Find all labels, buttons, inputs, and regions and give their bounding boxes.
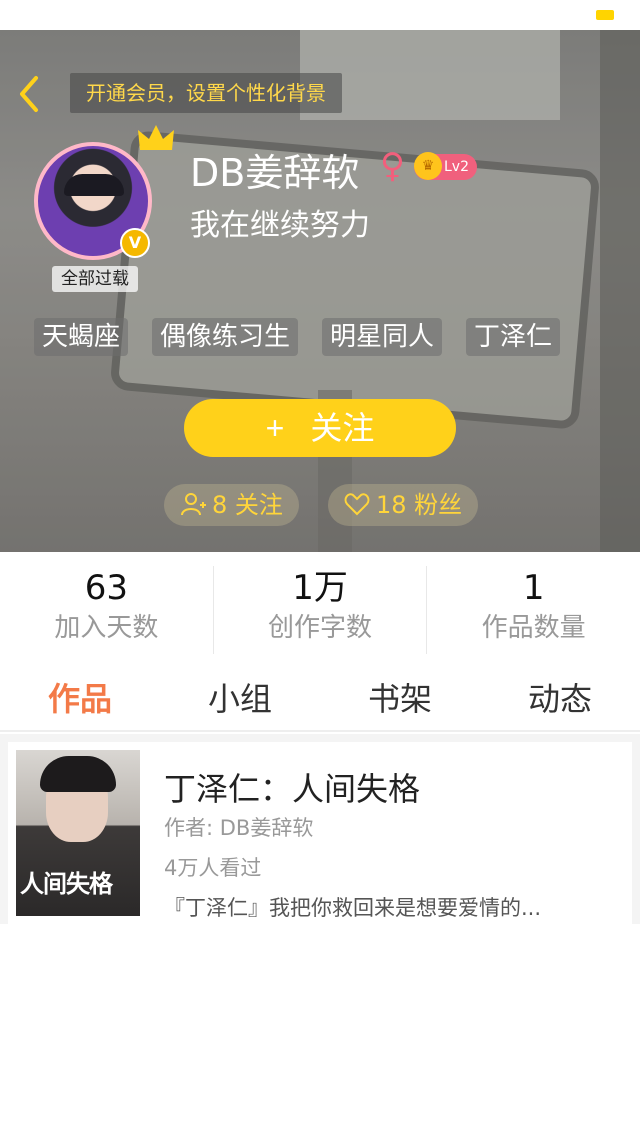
status-bar [0, 0, 640, 30]
stat-label: 创作字数 [268, 613, 373, 643]
stat-label: 作品数量 [481, 613, 586, 643]
stat-value: 63 [84, 568, 128, 608]
profile-signature: 我在继续努力 [190, 208, 370, 243]
stat-join-days: 63 加入天数 [0, 566, 214, 654]
female-icon: ♀ [380, 146, 405, 186]
stat-word-count: 1万 创作字数 [214, 566, 428, 654]
tab-activity[interactable]: 动态 [480, 672, 640, 730]
reprint-label: 全部过载 [52, 266, 138, 292]
work-author: 作者: DB姜辞软 [164, 816, 314, 840]
fans-count: 18 粉丝 [376, 491, 463, 519]
tag[interactable]: 丁泽仁 [466, 318, 561, 356]
user-plus-icon [181, 493, 206, 516]
membership-promo-banner[interactable]: 开通会员，设置个性化背景 [70, 73, 342, 113]
work-views: 4万人看过 [164, 856, 262, 880]
stat-value: 1万 [292, 568, 348, 608]
crown-icon [138, 125, 174, 150]
profile-tabs: 作品 小组 书架 动态 [0, 672, 640, 732]
stat-value: 1 [522, 568, 545, 608]
stat-works-count: 1 作品数量 [427, 566, 640, 654]
tab-works[interactable]: 作品 [0, 672, 160, 730]
list-item[interactable]: 人间失格 丁泽仁：人间失格 作者: DB姜辞软 4万人看过 『丁泽仁』我把你救回… [8, 742, 632, 924]
tag[interactable]: 偶像练习生 [152, 318, 299, 356]
stat-label: 加入天数 [54, 613, 159, 643]
follow-button[interactable]: + 关注 [184, 399, 456, 457]
book-cover: 人间失格 [16, 750, 140, 916]
tag[interactable]: 明星同人 [322, 318, 443, 356]
battery-icon [596, 10, 614, 20]
work-title: 丁泽仁：人间失格 [164, 770, 421, 808]
following-count: 8 关注 [212, 491, 283, 519]
following-count-button[interactable]: 8 关注 [164, 484, 299, 526]
follow-label: 关注 [310, 410, 375, 446]
fans-count-button[interactable]: 18 粉丝 [328, 484, 479, 526]
chevron-left-icon[interactable] [14, 74, 44, 114]
tag[interactable]: 天蝎座 [34, 318, 129, 356]
work-excerpt: 『丁泽仁』我把你救回来是想要爱情的... [164, 896, 542, 920]
tab-bookshelf[interactable]: 书架 [320, 672, 480, 730]
heart-icon [344, 493, 370, 516]
cover-title: 人间失格 [20, 870, 113, 898]
profile-stats: 63 加入天数 1万 创作字数 1 作品数量 [0, 566, 640, 654]
username: DB姜辞软 [190, 151, 360, 195]
level-crown-icon: ♛ [414, 152, 442, 180]
works-list: 人间失格 丁泽仁：人间失格 作者: DB姜辞软 4万人看过 『丁泽仁』我把你救回… [0, 734, 640, 924]
profile-tags: 天蝎座 偶像练习生 明星同人 丁泽仁 [34, 318, 561, 356]
plus-icon: + [265, 410, 285, 446]
tab-groups[interactable]: 小组 [160, 672, 320, 730]
verified-icon: V [120, 228, 150, 258]
